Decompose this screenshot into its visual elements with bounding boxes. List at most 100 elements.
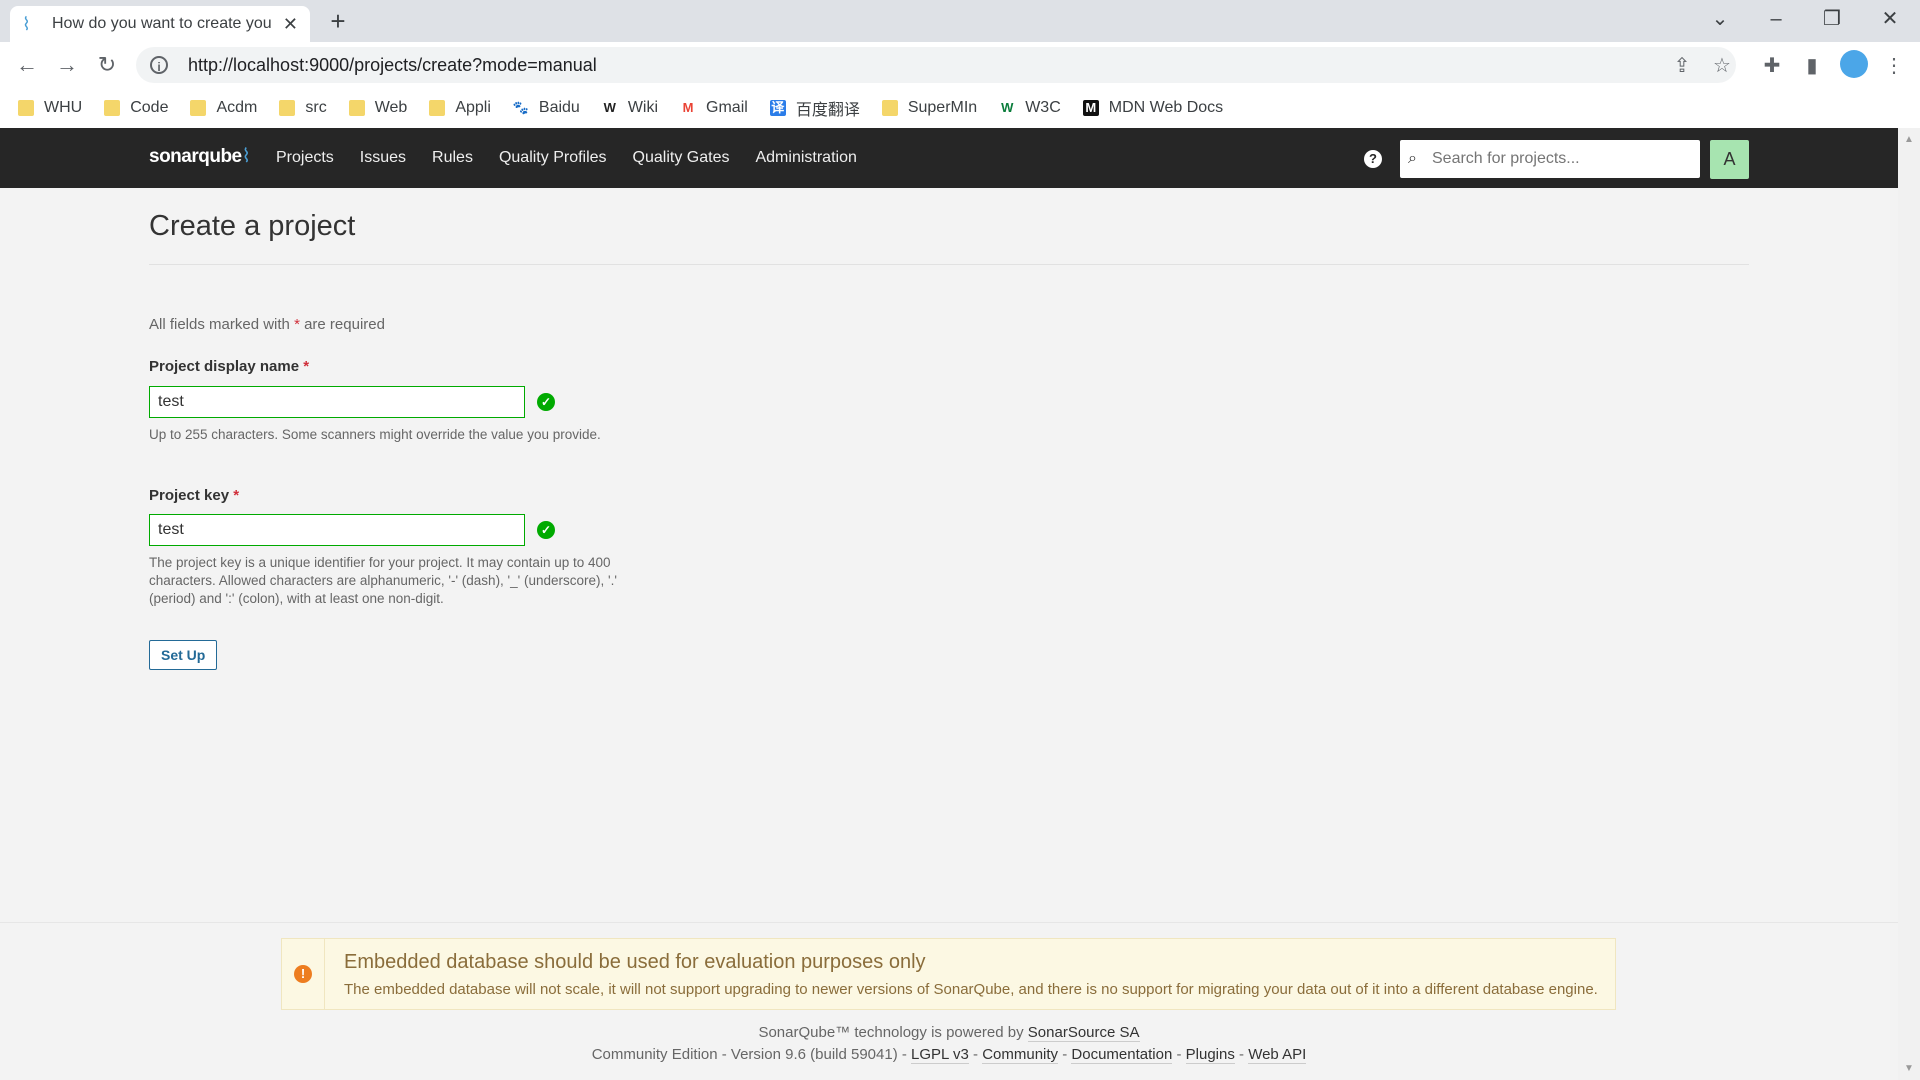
help-icon[interactable]: ?: [1364, 150, 1382, 168]
display-name-label-text: Project display name: [149, 358, 300, 375]
baidu-icon: 🐾: [512, 100, 530, 115]
bookmark-label: src: [305, 99, 327, 116]
bookmark-label: Acdm: [216, 99, 258, 116]
bookmark-item[interactable]: src: [279, 99, 327, 117]
project-search[interactable]: ⌕: [1400, 140, 1700, 178]
set-up-button[interactable]: Set Up: [149, 640, 218, 670]
display-name-label: Project display name *: [149, 358, 309, 375]
display-name-input[interactable]: [149, 386, 525, 418]
bookmark-label: Baidu: [538, 99, 580, 116]
w3c-icon: W: [1001, 100, 1014, 115]
bookmark-item[interactable]: 译百度翻译: [769, 96, 860, 120]
back-icon[interactable]: ←: [12, 50, 42, 80]
bookmark-item[interactable]: Acdm: [190, 99, 257, 117]
folder-icon: [881, 100, 898, 116]
required-star: *: [303, 358, 310, 375]
share-icon[interactable]: ⇪: [1668, 52, 1696, 80]
bookmark-label: WHU: [44, 99, 83, 116]
plugins-link[interactable]: Plugins: [1185, 1046, 1235, 1064]
nav-administration[interactable]: Administration: [755, 149, 856, 167]
sonarqube-logo[interactable]: sonarqube⌇: [149, 145, 251, 168]
url-text[interactable]: http://localhost:9000/projects/create?mo…: [188, 55, 597, 76]
folder-icon: [279, 100, 296, 116]
nav-issues[interactable]: Issues: [360, 149, 406, 167]
title-divider: [149, 264, 1749, 265]
required-note-text: All fields marked with: [149, 316, 290, 333]
web-api-link[interactable]: Web API: [1248, 1046, 1307, 1064]
site-info-icon[interactable]: i: [150, 56, 168, 74]
menu-dots-icon[interactable]: ⋮: [1880, 52, 1908, 80]
bookmark-star-icon[interactable]: ☆: [1708, 52, 1736, 80]
bookmark-item[interactable]: 🐾 Baidu: [513, 99, 580, 117]
page-scrollbar[interactable]: ▲ ▼: [1898, 128, 1920, 1080]
bookmark-item[interactable]: W Wiki: [602, 99, 658, 117]
profile-avatar[interactable]: [1840, 50, 1868, 78]
reload-icon[interactable]: ↻: [92, 50, 122, 80]
tab-title: How do you want to create your project?: [52, 15, 272, 32]
scroll-down-icon[interactable]: ▼: [1904, 1063, 1914, 1074]
footer-separator: [0, 922, 1898, 923]
required-star: *: [233, 487, 240, 504]
warning-title: Embedded database should be used for eva…: [344, 951, 926, 973]
bookmark-label: Web: [374, 99, 408, 116]
bookmark-item[interactable]: WHU: [18, 99, 82, 117]
bookmark-item[interactable]: Code: [104, 99, 168, 117]
project-key-valid-icon: ✓: [537, 521, 555, 539]
embedded-db-warning: ! Embedded database should be used for e…: [281, 938, 1616, 1010]
search-icon: ⌕: [1408, 150, 1417, 167]
warning-icon: !: [294, 965, 312, 983]
logo-text: sonarqube: [149, 146, 242, 167]
bookmark-item[interactable]: Web: [348, 99, 408, 117]
bookmark-item[interactable]: M MDN Web Docs: [1082, 99, 1224, 117]
community-link[interactable]: Community: [982, 1046, 1059, 1064]
bookmark-item[interactable]: M Gmail: [680, 99, 748, 117]
close-window-button[interactable]: ✕: [1870, 4, 1910, 34]
side-panel-icon[interactable]: ▮: [1798, 52, 1826, 80]
bookmark-item[interactable]: W W3C: [999, 99, 1061, 117]
address-bar[interactable]: i http://localhost:9000/projects/create?…: [136, 47, 1736, 83]
footer-edition: Community Edition - Version 9.6 (build 5…: [591, 1046, 1307, 1064]
edition-text: Community Edition - Version 9.6 (build 5…: [591, 1046, 907, 1063]
bookmark-label: 百度翻译: [795, 102, 860, 119]
sonarsource-link[interactable]: SonarSource SA: [1027, 1024, 1140, 1042]
search-input[interactable]: [1430, 149, 1684, 169]
wikipedia-icon: W: [603, 100, 616, 115]
mdn-icon: M: [1082, 100, 1099, 116]
documentation-link[interactable]: Documentation: [1071, 1046, 1173, 1064]
project-key-label-text: Project key: [149, 487, 230, 504]
lgpl-link[interactable]: LGPL v3: [911, 1046, 969, 1064]
top-navbar: sonarqube⌇ Projects Issues Rules Quality…: [0, 128, 1898, 188]
bookmark-label: MDN Web Docs: [1108, 99, 1224, 116]
bookmark-label: Gmail: [706, 99, 748, 116]
folder-icon: [429, 100, 446, 116]
display-name-valid-icon: ✓: [537, 393, 555, 411]
nav-links: Projects Issues Rules Quality Profiles Q…: [276, 128, 883, 188]
bookmark-label: Appli: [455, 99, 491, 116]
footer-powered-by: SonarQube™ technology is powered by Sona…: [0, 1024, 1898, 1042]
bookmark-item[interactable]: Appli: [429, 99, 491, 117]
nav-rules[interactable]: Rules: [432, 149, 473, 167]
tab-search-chevron-icon[interactable]: ⌄: [1700, 4, 1740, 34]
nav-quality-gates[interactable]: Quality Gates: [633, 149, 730, 167]
bookmark-label: Wiki: [627, 99, 659, 116]
user-avatar[interactable]: A: [1710, 140, 1749, 179]
sonarqube-favicon-icon: ⌇: [22, 14, 31, 34]
close-tab-icon[interactable]: ✕: [283, 14, 298, 35]
restore-button[interactable]: ❐: [1812, 4, 1852, 34]
required-note-suffix: are required: [304, 316, 385, 333]
bookmarks-bar: WHU Code Acdm src Web Appli 🐾 Baidu W Wiki M Gmail 译…: [0, 88, 1920, 128]
required-note: All fields marked with * are required: [149, 316, 385, 333]
project-key-input[interactable]: [149, 514, 525, 546]
new-tab-button[interactable]: +: [322, 6, 354, 38]
browser-tab[interactable]: ⌇ How do you want to create your project…: [10, 6, 310, 42]
sonarqube-page: sonarqube⌇ Projects Issues Rules Quality…: [0, 128, 1898, 1080]
nav-quality-profiles[interactable]: Quality Profiles: [499, 149, 607, 167]
required-star: *: [294, 316, 300, 333]
nav-projects[interactable]: Projects: [276, 149, 334, 167]
bookmark-item[interactable]: SuperMIn: [881, 99, 977, 117]
forward-icon[interactable]: →: [52, 50, 82, 80]
minimize-button[interactable]: –: [1756, 4, 1796, 34]
gmail-icon: M: [682, 100, 694, 115]
scroll-up-icon[interactable]: ▲: [1904, 134, 1914, 145]
extensions-icon[interactable]: ✚: [1758, 52, 1786, 80]
